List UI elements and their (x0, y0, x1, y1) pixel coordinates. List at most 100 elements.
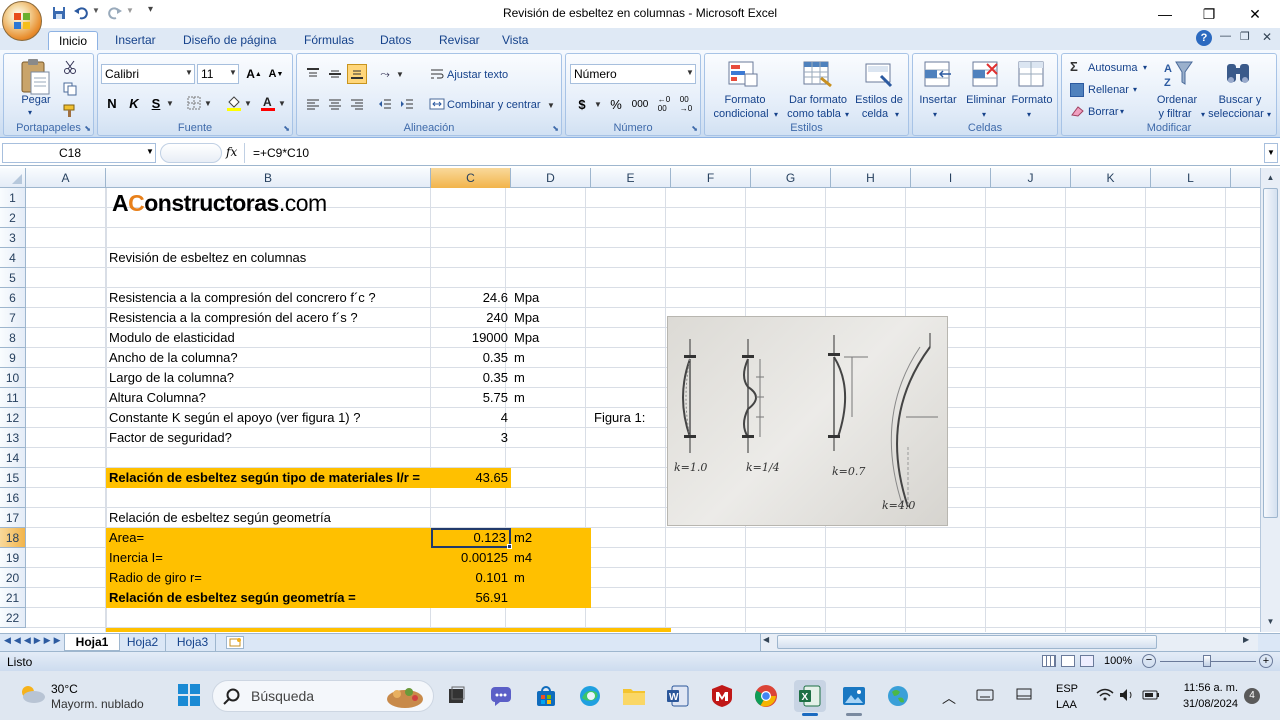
delete-dropdown-icon[interactable]: ▾ (982, 110, 986, 119)
cell-c6[interactable]: 24.6 (431, 288, 511, 308)
currency-button[interactable]: $ (572, 94, 592, 114)
underline-button[interactable]: S (146, 93, 166, 113)
cell-b6[interactable]: Resistencia a la compresión del concrero… (106, 288, 376, 308)
globe-app-icon[interactable] (882, 680, 914, 712)
column-header-e[interactable]: E (591, 168, 671, 188)
cell-b10[interactable]: Largo de la columna? (106, 368, 234, 388)
language-code[interactable]: ESP (1056, 683, 1078, 695)
merge-dropdown-icon[interactable]: ▼ (547, 101, 555, 110)
teams-chat-icon[interactable] (485, 680, 517, 712)
office-button[interactable] (2, 1, 42, 41)
formula-input[interactable]: =+C9*C10 (244, 143, 1264, 163)
task-view-icon[interactable] (440, 680, 472, 712)
tab-diseno-pagina[interactable]: Diseño de página (173, 31, 286, 50)
chrome-icon[interactable] (750, 680, 782, 712)
italic-button[interactable]: K (124, 93, 144, 113)
increase-decimal-icon[interactable]: ←0 00 (654, 94, 674, 114)
conditional-format-label-2[interactable]: condicional (705, 108, 777, 121)
row-header[interactable]: 17 (0, 508, 26, 528)
row-header[interactable]: 16 (0, 488, 26, 508)
cell-c11[interactable]: 5.75 (431, 388, 511, 408)
clear-button[interactable]: Borrar (1088, 106, 1119, 118)
clock-time[interactable]: 11:56 a. m. (1170, 682, 1238, 694)
column-header-f[interactable]: F (671, 168, 751, 188)
conditional-format-label-1[interactable]: Formato (707, 94, 783, 107)
font-color-dropdown-icon[interactable]: ▼ (278, 99, 286, 108)
row-header[interactable]: 15 (0, 468, 26, 488)
cell-b21[interactable]: Relación de esbeltez según geometría = (106, 588, 356, 608)
tab-inicio[interactable]: Inicio (48, 31, 99, 50)
copy-icon[interactable] (60, 79, 80, 99)
cell-styles-icon[interactable] (863, 58, 895, 90)
row-header[interactable]: 18 (0, 528, 26, 548)
find-select-label-2[interactable]: seleccionar (1202, 108, 1270, 121)
row-header[interactable]: 22 (0, 608, 26, 628)
align-right-icon[interactable] (347, 94, 367, 114)
font-color-icon[interactable]: A (258, 93, 278, 113)
cell-b11[interactable]: Altura Columna? (106, 388, 206, 408)
number-format-select[interactable]: Número (570, 64, 696, 84)
notification-badge[interactable]: 4 (1244, 688, 1260, 704)
shrink-font-icon[interactable]: A ▼ (266, 64, 286, 84)
borders-icon[interactable] (184, 93, 204, 113)
align-middle-icon[interactable] (325, 64, 345, 84)
orientation-icon[interactable]: ⤳ (375, 64, 395, 84)
cell-d10[interactable]: m (511, 368, 525, 388)
column-header-g[interactable]: G (751, 168, 831, 188)
cell-d11[interactable]: m (511, 388, 525, 408)
fill-button[interactable]: Rellenar (1088, 84, 1129, 96)
wifi-icon[interactable] (1096, 688, 1114, 702)
cell-d6[interactable]: Mpa (511, 288, 539, 308)
edge-browser-icon[interactable] (574, 680, 606, 712)
formula-bar-handle[interactable] (160, 143, 222, 163)
normal-view-icon[interactable] (1042, 655, 1056, 667)
thousands-button[interactable]: 000 (628, 94, 652, 114)
merge-center-icon[interactable] (429, 96, 445, 112)
align-bottom-icon[interactable] (347, 64, 367, 84)
merge-center-button[interactable]: Combinar y centrar (447, 99, 541, 111)
cell-c21[interactable]: 56.91 (431, 588, 511, 608)
cell-b17[interactable]: Relación de esbeltez según geometría (106, 508, 331, 528)
autosum-icon[interactable]: Σ (1070, 59, 1078, 74)
excel-taskbar-icon[interactable]: X (794, 680, 826, 712)
dialog-launcher-icon[interactable]: ⬊ (283, 124, 290, 133)
microsoft-store-icon[interactable] (530, 680, 562, 712)
insert-cells-button[interactable]: Insertar (913, 94, 963, 107)
row-header[interactable]: 8 (0, 328, 26, 348)
align-center-icon[interactable] (325, 94, 345, 114)
cell-b20[interactable]: Radio de giro r= (106, 568, 202, 588)
volume-icon[interactable] (1119, 688, 1137, 702)
sort-filter-label-2[interactable]: y filtrar (1148, 108, 1202, 121)
insert-dropdown-icon[interactable]: ▾ (933, 110, 937, 119)
clock-date[interactable]: 31/08/2024 (1170, 698, 1238, 710)
cell-b4[interactable]: Revisión de esbeltez en columnas (106, 248, 306, 268)
cell-c15[interactable]: 43.65 (431, 468, 511, 488)
row-header[interactable]: 2 (0, 208, 26, 228)
row-header[interactable]: 19 (0, 548, 26, 568)
cell-d9[interactable]: m (511, 348, 525, 368)
increase-indent-icon[interactable] (397, 94, 417, 114)
cut-icon[interactable] (60, 57, 80, 77)
cell-b15[interactable]: Relación de esbeltez según tipo de mater… (106, 468, 420, 488)
ribbon-minimize-icon[interactable]: — (1220, 30, 1231, 42)
tab-vista[interactable]: Vista (492, 31, 538, 50)
tray-overflow-icon[interactable]: ︿ (942, 688, 956, 708)
row-header[interactable]: 12 (0, 408, 26, 428)
scroll-up-icon[interactable]: ▲ (1263, 170, 1278, 185)
fill-dropdown-icon[interactable]: ▾ (1133, 85, 1137, 94)
delete-cells-icon[interactable] (969, 58, 1001, 90)
maximize-button[interactable]: ❐ (1186, 0, 1232, 28)
percent-button[interactable]: % (606, 94, 626, 114)
cell-d8[interactable]: Mpa (511, 328, 539, 348)
row-header[interactable]: 20 (0, 568, 26, 588)
row-header[interactable]: 6 (0, 288, 26, 308)
fill-color-icon[interactable] (224, 93, 244, 113)
cell-c20[interactable]: 0.101 (431, 568, 511, 588)
borders-dropdown-icon[interactable]: ▼ (204, 99, 212, 108)
cell-c9[interactable]: 0.35 (431, 348, 511, 368)
page-layout-icon[interactable] (1061, 655, 1075, 667)
help-icon[interactable]: ? (1196, 30, 1212, 46)
name-box[interactable]: C18 (2, 143, 156, 163)
cell-b19[interactable]: Inercia I= (106, 548, 163, 568)
close-button[interactable]: ✕ (1232, 0, 1278, 28)
